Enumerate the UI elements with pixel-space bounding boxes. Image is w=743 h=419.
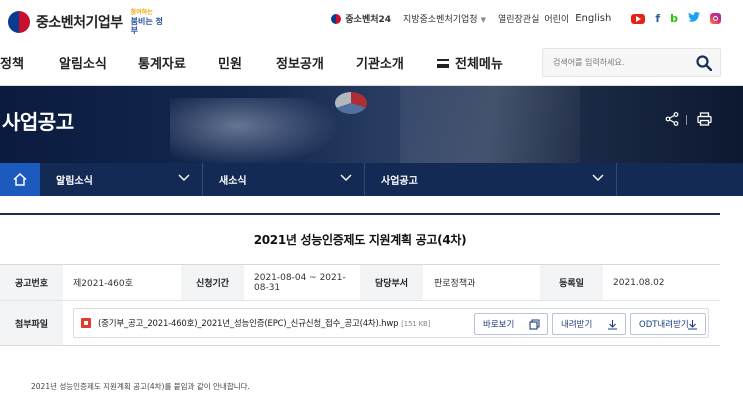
caret-down-icon: ▼ xyxy=(480,16,486,24)
regional-office-label: 지방중소벤처기업청 xyxy=(403,15,478,25)
chevron-down-icon xyxy=(178,174,190,181)
all-menu-button[interactable]: 전체메뉴 xyxy=(437,53,503,72)
utility-links: 중소벤처24 지방중소벤처기업청 ▼ 열린장관실 어린이 English f b xyxy=(331,12,721,25)
search-input[interactable] xyxy=(543,49,693,76)
label-department: 담당부서 xyxy=(360,265,423,300)
attachment-item: (중기부_공고_2021-460호)_2021년_성능인증(EPC)_신규신청_… xyxy=(73,308,709,338)
label-application-period: 신청기간 xyxy=(181,265,244,300)
registration-date: 2021.08.02 xyxy=(613,277,665,288)
mss24-label: 중소벤처24 xyxy=(345,15,392,25)
slogan-line-1: 참여하는 xyxy=(130,9,153,16)
banner-background-image xyxy=(170,98,340,163)
location-depth3-dropdown[interactable]: 사업공고 xyxy=(365,163,617,196)
government-emblem-icon xyxy=(8,10,30,33)
application-period: 2021-08-04 ~ 2021-08-31 xyxy=(254,272,346,293)
slogan-logo: 참여하는 붐비는 정부 xyxy=(131,8,167,35)
post-title: 2021년 성능인증제도 지원계획 공고(4차) xyxy=(253,233,467,247)
preview-icon xyxy=(529,319,540,330)
page-title: 사업공고 xyxy=(2,110,74,134)
hamburger-icon xyxy=(437,59,449,68)
post-info-row: 공고번호 제2021-460호 신청기간 2021-08-04 ~ 2021-0… xyxy=(0,264,720,301)
label-announcement-number: 공고번호 xyxy=(0,265,63,300)
logo-text: 중소벤처기업부 xyxy=(36,14,123,31)
gnb-item-statistics[interactable]: 통계자료 xyxy=(138,53,186,72)
english-link[interactable]: English xyxy=(575,13,611,24)
attachment-file-size: [151 KB] xyxy=(401,320,431,328)
label-attachment: 첨부파일 xyxy=(0,301,63,345)
chevron-down-icon xyxy=(340,174,352,181)
mss24-link[interactable]: 중소벤처24 xyxy=(331,12,391,25)
banner-pie-decoration xyxy=(335,92,367,114)
banner-icon-divider xyxy=(686,115,687,125)
view-button[interactable]: 바로보기 xyxy=(474,313,548,335)
location-depth2-dropdown[interactable]: 새소식 xyxy=(203,163,365,196)
gnb-item-disclosure[interactable]: 정보공개 xyxy=(276,53,324,72)
top-utility-bar: 중소벤처기업부 참여하는 붐비는 정부 중소벤처24 지방중소벤처기업청 ▼ 열린… xyxy=(0,0,743,38)
attachment-file-link[interactable]: (중기부_공고_2021-460호)_2021년_성능인증(EPC)_신규신청_… xyxy=(98,317,430,329)
department: 판로정책과 xyxy=(434,279,476,289)
mss24-emblem-icon xyxy=(331,13,342,24)
search-box xyxy=(542,48,721,77)
location-depth1-label: 알림소식 xyxy=(56,176,93,187)
share-icon[interactable] xyxy=(665,112,679,126)
home-icon xyxy=(13,173,27,186)
gnb-item-policy[interactable]: 정책 xyxy=(0,53,24,72)
banner-light-decoration xyxy=(400,86,580,163)
search-icon[interactable] xyxy=(696,55,712,71)
post-description: 2021년 성능인증제도 지원계획 공고(4차)를 붙임과 같이 안내합니다. xyxy=(31,382,250,391)
print-icon[interactable] xyxy=(697,112,712,126)
blog-icon[interactable]: b xyxy=(670,12,678,25)
gnb-item-news[interactable]: 알림소식 xyxy=(59,53,107,72)
site-logo[interactable]: 중소벤처기업부 참여하는 붐비는 정부 xyxy=(8,8,167,35)
twitter-icon[interactable] xyxy=(688,12,700,25)
attachment-row: 첨부파일 (중기부_공고_2021-460호)_2021년_성능인증(EPC)_… xyxy=(0,301,720,346)
download-icon xyxy=(688,320,697,330)
slogan-line-2: 붐비는 정부 xyxy=(130,17,163,35)
label-registration-date: 등록일 xyxy=(540,265,603,300)
location-depth2-label: 새소식 xyxy=(219,176,247,187)
hwp-file-icon xyxy=(81,318,91,328)
announcement-number: 제2021-460호 xyxy=(73,279,133,289)
global-navigation: 정책 알림소식 통계자료 민원 정보공개 기관소개 전체메뉴 xyxy=(0,38,743,86)
gnb-item-about[interactable]: 기관소개 xyxy=(356,53,404,72)
location-depth3-label: 사업공고 xyxy=(381,176,418,187)
sns-links: f b xyxy=(621,12,721,25)
location-navigation: 알림소식 새소식 사업공고 xyxy=(0,163,743,196)
odt-download-button-label: ODT내려받기 xyxy=(639,320,689,330)
page-banner: 사업공고 xyxy=(0,86,743,163)
youtube-icon[interactable] xyxy=(631,13,646,24)
facebook-icon[interactable]: f xyxy=(655,12,660,25)
download-button-label: 내려받기 xyxy=(561,320,593,330)
download-icon xyxy=(608,320,617,330)
home-button[interactable] xyxy=(0,163,40,196)
download-button[interactable]: 내려받기 xyxy=(552,313,626,335)
chevron-down-icon xyxy=(592,174,604,181)
odt-download-button[interactable]: ODT내려받기 xyxy=(630,313,706,335)
instagram-icon[interactable] xyxy=(710,13,721,24)
attachment-file-name: (중기부_공고_2021-460호)_2021년_성능인증(EPC)_신규신청_… xyxy=(98,319,399,329)
open-office-link[interactable]: 열린장관실 xyxy=(498,12,539,25)
regional-office-dropdown[interactable]: 지방중소벤처기업청 ▼ xyxy=(403,12,486,25)
gnb-item-civil-service[interactable]: 민원 xyxy=(218,53,242,72)
content-top-border xyxy=(0,213,720,215)
kids-link[interactable]: 어린이 xyxy=(544,12,569,25)
location-depth1-dropdown[interactable]: 알림소식 xyxy=(40,163,203,196)
all-menu-label: 전체메뉴 xyxy=(455,57,503,72)
view-button-label: 바로보기 xyxy=(483,320,515,330)
